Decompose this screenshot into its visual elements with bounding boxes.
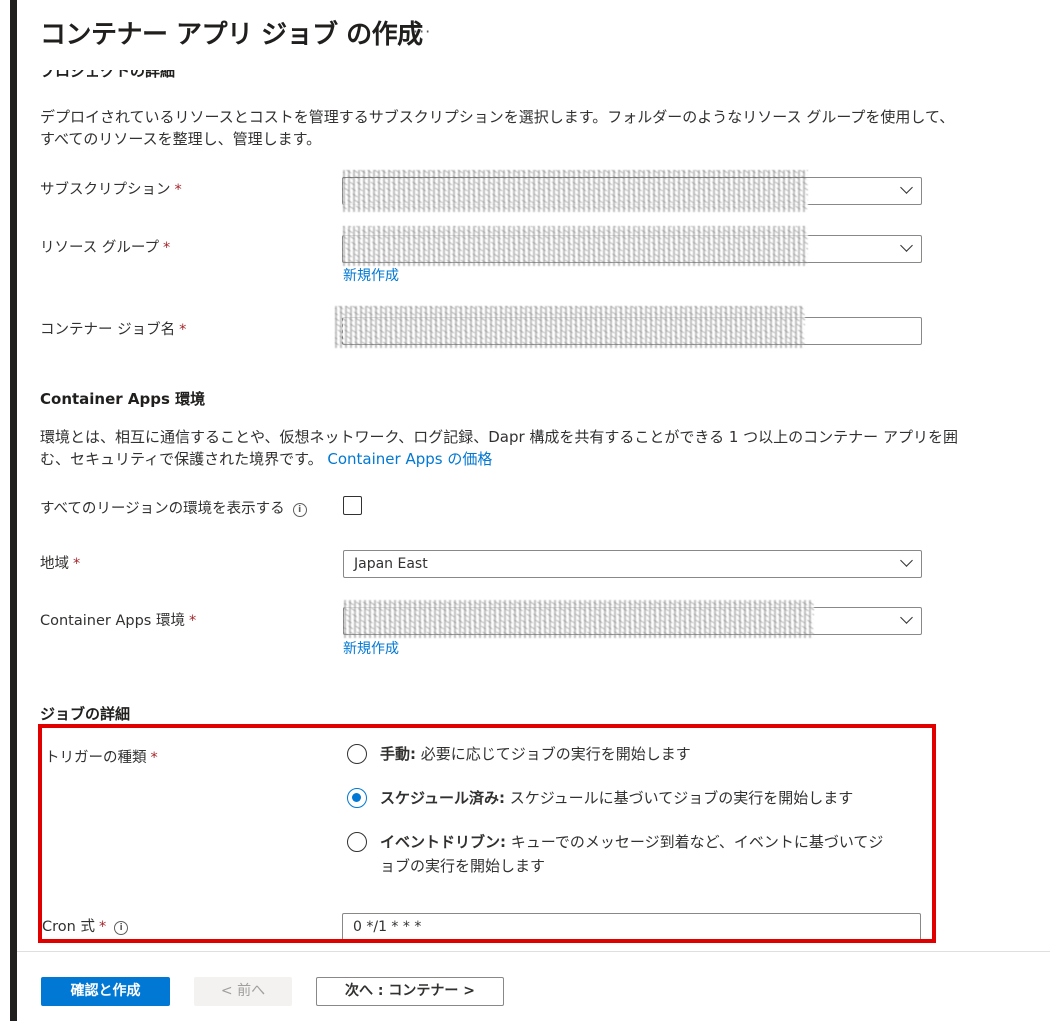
environment-description: 環境とは、相互に通信することや、仮想ネットワーク、ログ記録、Dapr 構成を共有…	[40, 428, 958, 468]
redacted-value	[343, 170, 808, 212]
left-edge-bar	[10, 0, 17, 1021]
show-all-regions-checkbox[interactable]	[343, 496, 362, 515]
show-all-regions-label: すべてのリージョンの環境を表示する i	[40, 497, 307, 518]
project-description: デプロイされているリソースとコストを管理するサブスクリプションを選択します。フォ…	[40, 108, 955, 148]
job-name-label: コンテナー ジョブ名 *	[40, 322, 187, 338]
redacted-value	[343, 226, 808, 266]
environment-heading: Container Apps 環境	[40, 390, 206, 408]
project-details-heading: プロジェクトの詳細	[40, 70, 176, 80]
subscription-dropdown[interactable]	[342, 170, 922, 212]
create-new-resource-group-link[interactable]: 新規作成	[343, 265, 399, 285]
environment-label: Container Apps 環境 *	[40, 613, 197, 629]
subscription-label: サブスクリプション *	[40, 182, 182, 198]
redacted-value	[344, 600, 814, 638]
chevron-down-icon	[900, 239, 913, 252]
environment-dropdown[interactable]	[343, 600, 922, 638]
chevron-down-icon	[900, 611, 913, 624]
page-title: コンテナー アプリ ジョブ の作成	[40, 20, 423, 50]
resource-group-label: リソース グループ *	[40, 240, 171, 256]
review-create-button[interactable]: 確認と作成	[41, 977, 170, 1006]
chevron-down-icon	[900, 181, 913, 194]
region-label: 地域 *	[40, 556, 81, 572]
info-icon[interactable]: i	[292, 503, 307, 517]
job-details-heading: ジョブの詳細	[40, 705, 131, 723]
region-dropdown[interactable]: Japan East	[343, 550, 922, 578]
next-containers-button[interactable]: 次へ : コンテナー >	[316, 977, 504, 1006]
highlight-box	[38, 724, 936, 943]
chevron-down-icon	[900, 554, 913, 567]
redacted-value	[335, 306, 805, 348]
job-name-input[interactable]	[335, 306, 922, 348]
previous-button[interactable]: < 前へ	[194, 977, 292, 1006]
resource-group-dropdown[interactable]	[342, 226, 922, 266]
footer-divider	[17, 951, 1050, 952]
more-options-button[interactable]: ···	[413, 22, 431, 41]
pricing-link[interactable]: Container Apps の価格	[327, 450, 492, 468]
create-new-environment-link[interactable]: 新規作成	[343, 638, 399, 658]
